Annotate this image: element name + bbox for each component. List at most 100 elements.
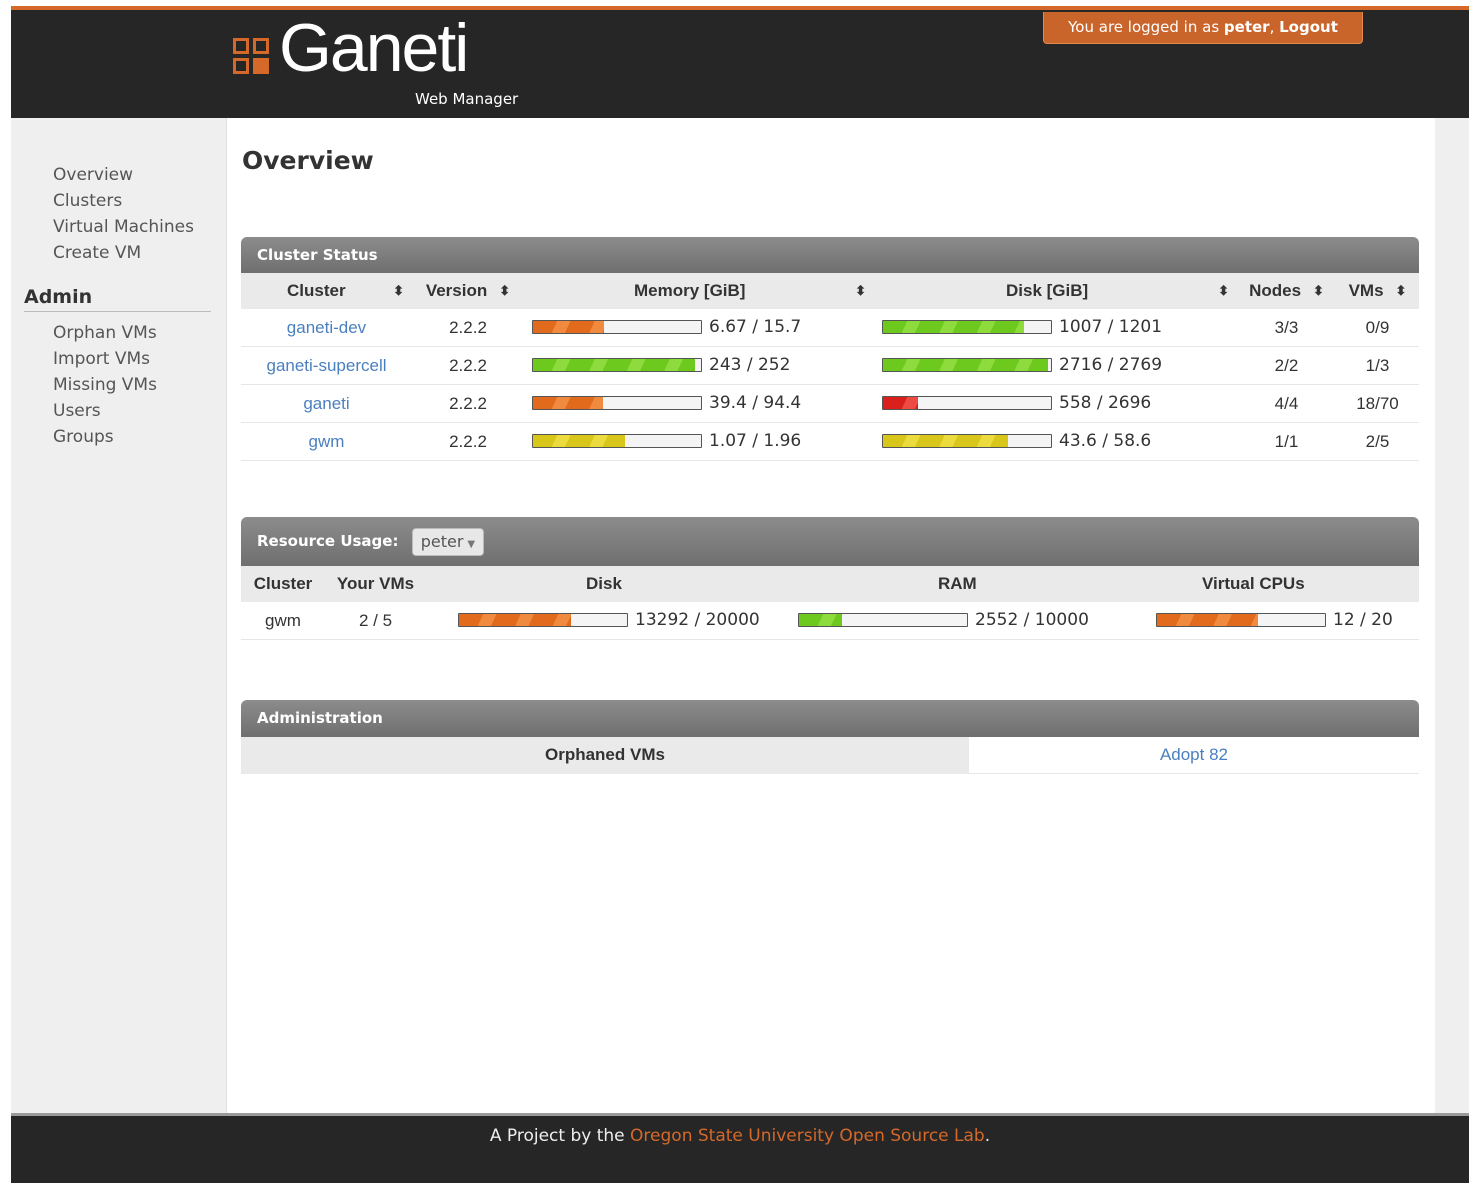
login-status: You are logged in as peter, Logout	[1043, 12, 1363, 44]
usage-bar: 6.67 / 15.7	[532, 317, 801, 337]
resource-usage-table: Cluster Your VMs Disk RAM Virtual CPUs g…	[241, 566, 1419, 640]
col-disk[interactable]: Disk [GiB] ⬍	[874, 273, 1237, 309]
ganeti-logo-icon	[233, 38, 271, 76]
progress-fill	[799, 613, 842, 626]
nav-item-virtual-machines[interactable]: Virtual Machines	[53, 214, 194, 240]
orphaned-vms-label: Orphaned VMs	[241, 737, 969, 774]
progress-bar	[882, 395, 1052, 410]
usage-value: 6.67 / 15.7	[709, 316, 802, 337]
progress-fill	[459, 613, 571, 626]
col-version[interactable]: Version ⬍	[412, 273, 524, 309]
right-gutter	[1435, 118, 1469, 1113]
progress-bar	[798, 612, 968, 627]
col-nodes[interactable]: Nodes ⬍	[1237, 273, 1336, 309]
logo-text: Ganeti	[279, 10, 469, 86]
logo[interactable]: Ganeti Web Manager	[231, 14, 531, 108]
col-memory[interactable]: Memory [GiB] ⬍	[524, 273, 874, 309]
col-cluster[interactable]: Cluster ⬍	[241, 273, 412, 309]
progress-fill	[883, 358, 1048, 371]
usage-bar: 2716 / 2769	[882, 355, 1162, 375]
resource-your-vms: 2 / 5	[325, 602, 426, 640]
progress-bar	[458, 612, 628, 627]
progress-bar	[532, 357, 702, 372]
sort-icon: ⬍	[855, 283, 866, 298]
nav-item-clusters[interactable]: Clusters	[53, 188, 194, 214]
col-ram: RAM	[786, 566, 1136, 602]
table-row: ganeti-supercell 2.2.2 243 / 252 2716 / 276…	[241, 346, 1419, 385]
logout-link[interactable]: Logout	[1279, 18, 1338, 36]
table-header-row: Cluster ⬍ Version ⬍ Memory [GiB] ⬍ Disk [Gi…	[241, 273, 1419, 309]
usage-value: 243 / 252	[709, 354, 791, 375]
col-disk: Disk	[426, 566, 786, 602]
cluster-version: 2.2.2	[412, 309, 524, 347]
progress-bar	[532, 319, 702, 334]
resource-usage-header: Resource Usage: peter ▼	[241, 517, 1419, 566]
cluster-status-header: Cluster Status	[241, 237, 1419, 273]
progress-bar	[882, 433, 1052, 448]
usage-value: 13292 / 20000	[635, 609, 760, 630]
nav-item-create-vm[interactable]: Create VM	[53, 240, 194, 266]
resource-usage-label: Resource Usage:	[257, 532, 399, 550]
header: Ganeti Web Manager You are logged in as …	[11, 6, 1469, 118]
usage-bar: 43.6 / 58.6	[882, 431, 1151, 451]
cluster-link[interactable]: ganeti-dev	[287, 318, 366, 337]
usage-bar: 1007 / 1201	[882, 317, 1162, 337]
table-row: ganeti-dev 2.2.2 6.67 / 15.7 1007 / 1201 3/3…	[241, 309, 1419, 347]
cluster-vms: 0/9	[1336, 309, 1419, 347]
administration-header: Administration	[241, 700, 1419, 737]
progress-fill	[883, 434, 1008, 447]
table-row: Orphaned VMs Adopt 82	[241, 737, 1419, 774]
cluster-status-table: Cluster ⬍ Version ⬍ Memory [GiB] ⬍ Disk [Gi…	[241, 273, 1419, 461]
usage-bar: 2552 / 10000	[798, 610, 1089, 630]
osu-osl-link[interactable]: Oregon State University Open Source Lab	[630, 1126, 985, 1146]
sort-icon: ⬍	[1395, 283, 1407, 298]
cluster-version: 2.2.2	[412, 422, 524, 461]
cluster-vms: 2/5	[1336, 422, 1419, 461]
usage-bar: 12 / 20	[1156, 610, 1393, 630]
usage-value: 2716 / 2769	[1059, 354, 1163, 375]
nav-item-missing-vms[interactable]: Missing VMs	[53, 372, 157, 398]
usage-value: 2552 / 10000	[975, 609, 1089, 630]
nav-item-orphan-vms[interactable]: Orphan VMs	[53, 320, 157, 346]
progress-fill	[533, 358, 695, 371]
nav-item-users[interactable]: Users	[53, 398, 157, 424]
cluster-vms: 1/3	[1336, 346, 1419, 385]
progress-fill	[533, 320, 605, 333]
cluster-nodes: 1/1	[1237, 422, 1336, 461]
cluster-nodes: 4/4	[1237, 384, 1336, 423]
nav-item-import-vms[interactable]: Import VMs	[53, 346, 157, 372]
username: peter	[1223, 18, 1270, 36]
cluster-vms: 18/70	[1336, 384, 1419, 423]
progress-bar	[532, 433, 702, 448]
usage-value: 558 / 2696	[1059, 392, 1152, 413]
user-select[interactable]: peter ▼	[411, 527, 485, 556]
usage-bar: 13292 / 20000	[458, 610, 760, 630]
progress-fill	[883, 320, 1024, 333]
cluster-link[interactable]: gwm	[309, 432, 345, 451]
col-your-vms: Your VMs	[325, 566, 426, 602]
cluster-nodes: 3/3	[1237, 309, 1336, 347]
col-cluster: Cluster	[241, 566, 325, 602]
login-prefix: You are logged in as	[1068, 18, 1224, 36]
resource-rows: gwm 2 / 5 13292 / 20000 2552 / 10000 12 / 20	[241, 602, 1419, 640]
col-vms[interactable]: VMs ⬍	[1336, 273, 1419, 309]
progress-fill	[883, 396, 918, 409]
footer: A Project by the Oregon State University…	[11, 1113, 1469, 1183]
sort-icon: ⬍	[393, 283, 404, 298]
cluster-link[interactable]: ganeti-supercell	[266, 356, 386, 375]
login-separator: ,	[1269, 18, 1280, 36]
cluster-nodes: 2/2	[1237, 346, 1336, 385]
sort-icon: ⬍	[499, 283, 511, 298]
sidebar: Overview Clusters Virtual Machines Creat…	[11, 118, 227, 1113]
usage-value: 43.6 / 58.6	[1059, 430, 1152, 451]
nav-item-groups[interactable]: Groups	[53, 424, 157, 450]
table-row: gwm 2.2.2 1.07 / 1.96 43.6 / 58.6 1/1 2/5	[241, 422, 1419, 461]
table-row: gwm 2 / 5 13292 / 20000 2552 / 10000 12 / 20	[241, 602, 1419, 640]
usage-value: 12 / 20	[1333, 609, 1393, 630]
page-title: Overview	[242, 146, 374, 175]
cluster-link[interactable]: ganeti	[303, 394, 349, 413]
adopt-link[interactable]: Adopt 82	[1160, 745, 1228, 764]
table-row: ganeti 2.2.2 39.4 / 94.4 558 / 2696 4/4 18/70	[241, 384, 1419, 423]
resource-cluster: gwm	[241, 602, 325, 640]
nav-item-overview[interactable]: Overview	[53, 162, 194, 188]
